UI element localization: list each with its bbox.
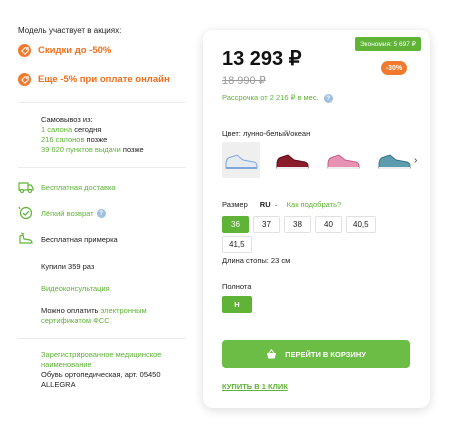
color-thumbnails xyxy=(222,142,426,178)
fullness-option[interactable]: H xyxy=(222,296,252,313)
fullness-label: Полнота xyxy=(222,282,252,291)
truck-icon xyxy=(18,182,34,194)
chevron-down-icon[interactable]: ⌄ xyxy=(274,201,279,208)
product-name-line: Обувь ортопедическая, арт. 05450 xyxy=(41,370,161,379)
registered-line: Зарегистрированное медицинское xyxy=(41,350,162,359)
size-option[interactable]: 36 xyxy=(222,216,249,233)
size-option[interactable]: 40 xyxy=(315,216,342,233)
price: 13 293 ₽ xyxy=(222,48,302,70)
color-label: Цвет: лунно-белый/океан xyxy=(222,129,311,138)
installment-label: Рассрочка от 2 216 ₽ в мес. xyxy=(222,93,319,102)
size-option[interactable]: 41,5 xyxy=(222,236,252,253)
sneaker-icon xyxy=(225,154,258,169)
pickup-block: Самовывоз из: 1 салона сегодня 216 салон… xyxy=(41,115,188,155)
percent-badge-icon xyxy=(18,44,31,57)
promotions-title: Модель участвует в акциях: xyxy=(18,26,122,35)
feature-fitting: Бесплатная примерка xyxy=(18,226,188,252)
return-icon xyxy=(18,206,33,220)
sneaker-icon xyxy=(276,154,309,169)
pickup-link-points[interactable]: 39 620 пунктов выдачи xyxy=(41,145,121,154)
size-label: Размер xyxy=(222,200,248,209)
pickup-link-salon[interactable]: 1 салона xyxy=(41,125,72,134)
discount-badge: -30% xyxy=(381,61,407,75)
payment-info: Можно оплатить электронным сертификатом … xyxy=(41,306,188,326)
registered-link[interactable]: Зарегистрированное медицинское наименова… xyxy=(41,350,188,370)
go-to-cart-label: ПЕРЕЙТИ В КОРЗИНУ xyxy=(285,349,366,359)
registered-line: наименование xyxy=(41,360,92,369)
feature-return[interactable]: Лёгкий возврат ? xyxy=(18,200,188,226)
divider xyxy=(18,167,186,168)
feature-return-label: Лёгкий возврат xyxy=(41,208,94,218)
economy-badge: Экономия: 5 697 ₽ xyxy=(355,37,421,51)
video-consultation-link[interactable]: Видеоконсультация xyxy=(41,284,188,294)
pickup-when: позже xyxy=(120,145,144,154)
size-option[interactable]: 37 xyxy=(253,216,280,233)
next-arrow-icon[interactable]: › xyxy=(414,155,417,166)
divider xyxy=(18,338,186,339)
size-header: Размер RU ⌄ Как подобрать? xyxy=(222,200,341,209)
sneaker-icon xyxy=(327,154,360,169)
size-system-select[interactable]: RU xyxy=(260,200,271,209)
product-name: Обувь ортопедическая, арт. 05450 ALLEGRA xyxy=(41,370,188,390)
pickup-link-salons[interactable]: 216 салонов xyxy=(41,135,84,144)
feature-delivery[interactable]: Бесплатная доставка xyxy=(18,174,188,200)
promo-item-online[interactable]: Еще -5% при оплате онлайн xyxy=(18,73,188,86)
payment-text: Можно оплатить xyxy=(41,306,101,315)
size-option[interactable]: 38 xyxy=(284,216,311,233)
old-price: 18 990 ₽ xyxy=(222,75,266,87)
buy-one-click-link[interactable]: КУПИТЬ В 1 КЛИК xyxy=(222,382,288,391)
color-thumb-white-blue[interactable] xyxy=(222,142,260,178)
color-thumb-burgundy[interactable] xyxy=(273,142,311,178)
promo-label: Скидки до -50% xyxy=(38,45,112,56)
installment-link[interactable]: Рассрочка от 2 216 ₽ в мес. ? xyxy=(222,93,333,103)
shoe-fitting-icon xyxy=(19,232,33,244)
divider xyxy=(18,102,186,103)
percent-badge-icon xyxy=(18,73,31,86)
feature-delivery-label: Бесплатная доставка xyxy=(41,182,116,192)
bought-count: Купили 359 раз xyxy=(41,262,95,271)
info-icon[interactable]: ? xyxy=(96,208,106,218)
info-icon[interactable]: ? xyxy=(323,93,333,103)
pickup-when: сегодня xyxy=(72,125,102,134)
foot-length: Длина стопы: 23 см xyxy=(222,256,291,265)
size-options: 36 37 38 40 40,5 41,5 xyxy=(222,216,392,256)
basket-icon xyxy=(267,349,277,359)
pickup-when: позже xyxy=(84,135,108,144)
payment-link[interactable]: сертификатом ФСС xyxy=(41,316,110,325)
color-thumb-turquoise[interactable] xyxy=(375,142,413,178)
sneaker-icon xyxy=(378,154,411,169)
size-option[interactable]: 40,5 xyxy=(346,216,376,233)
go-to-cart-button[interactable]: ПЕРЕЙТИ В КОРЗИНУ xyxy=(222,340,410,368)
pickup-title: Самовывоз из: xyxy=(41,115,93,124)
promo-item-discount[interactable]: Скидки до -50% xyxy=(18,44,188,57)
promo-label: Еще -5% при оплате онлайн xyxy=(38,74,170,85)
size-guide-link[interactable]: Как подобрать? xyxy=(287,200,342,209)
product-name-line: ALLEGRA xyxy=(41,380,76,389)
left-column: Модель участвует в акциях: Скидки до -50… xyxy=(18,26,188,390)
color-thumb-pink[interactable] xyxy=(324,142,362,178)
feature-fitting-label: Бесплатная примерка xyxy=(41,234,118,244)
payment-link[interactable]: электронным xyxy=(101,306,147,315)
